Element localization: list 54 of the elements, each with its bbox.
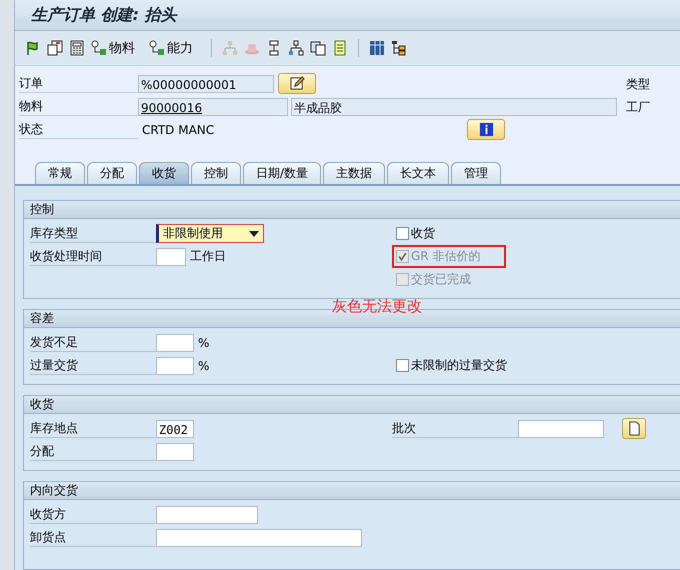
window-title: 生产订单 创建: 抬头	[31, 4, 177, 26]
document-icon[interactable]	[47, 40, 63, 56]
tab[interactable]: 管理	[451, 162, 502, 184]
unit-label: 工作日	[190, 248, 226, 265]
info-icon	[478, 122, 494, 137]
section-title: 收货	[24, 396, 680, 414]
input-field[interactable]	[156, 356, 194, 374]
checkbox-label[interactable]: 收货	[392, 222, 439, 245]
list-icon[interactable]	[332, 40, 348, 56]
status-value: CRTD MANC	[141, 122, 216, 136]
material-button[interactable]: 物料	[91, 39, 143, 57]
edit-button[interactable]	[278, 73, 316, 94]
storage-location-field[interactable]: Z002	[156, 420, 194, 438]
checkbox-label[interactable]: 未限制的过量交货	[392, 354, 511, 377]
tab[interactable]: 控制	[191, 162, 241, 184]
capacity-button[interactable]: 能力	[149, 39, 201, 57]
section-title: 内向交货	[24, 482, 680, 500]
flag-icon[interactable]	[25, 40, 41, 56]
input-field[interactable]	[156, 334, 194, 352]
table-icon[interactable]	[369, 40, 385, 56]
tab[interactable]: 长文本	[387, 162, 450, 184]
tab[interactable]: 分配	[87, 162, 137, 184]
tab[interactable]: 常规	[35, 162, 85, 184]
order-field[interactable]: %00000000001	[138, 74, 274, 92]
document-icon	[626, 421, 642, 436]
material-description: 半成品胶	[291, 98, 617, 116]
pencil-icon	[290, 76, 304, 91]
input-field[interactable]	[156, 528, 362, 546]
field-label: 状态	[19, 120, 138, 139]
input-field[interactable]	[156, 506, 258, 524]
material-field[interactable]: 90000016	[138, 98, 288, 116]
unit-label: %	[198, 336, 210, 350]
node-icon	[149, 40, 165, 56]
tree-icon[interactable]	[391, 40, 407, 56]
tab[interactable]: 日期/数量	[243, 162, 322, 184]
field-label: 工厂	[626, 98, 651, 116]
batch-field[interactable]	[518, 420, 604, 438]
stock-type-dropdown[interactable]: 非限制使用	[156, 224, 264, 243]
checkbox[interactable]	[396, 359, 409, 372]
tab[interactable]: 主数据	[323, 162, 386, 184]
unit-label: %	[198, 358, 210, 372]
input-field[interactable]	[156, 442, 194, 460]
calculator-icon[interactable]	[69, 40, 85, 56]
input-field[interactable]	[156, 248, 186, 266]
caret-icon	[249, 230, 259, 236]
node-icon	[91, 40, 107, 56]
field-label: 类型	[626, 76, 651, 92]
hierarchy-icon[interactable]	[288, 40, 304, 56]
checkbox[interactable]	[396, 227, 409, 240]
info-button[interactable]	[467, 119, 505, 140]
create-button[interactable]	[622, 418, 646, 439]
tab[interactable]: 收货	[139, 162, 189, 184]
copy-icon[interactable]	[310, 40, 326, 56]
section-title: 控制	[24, 201, 680, 219]
